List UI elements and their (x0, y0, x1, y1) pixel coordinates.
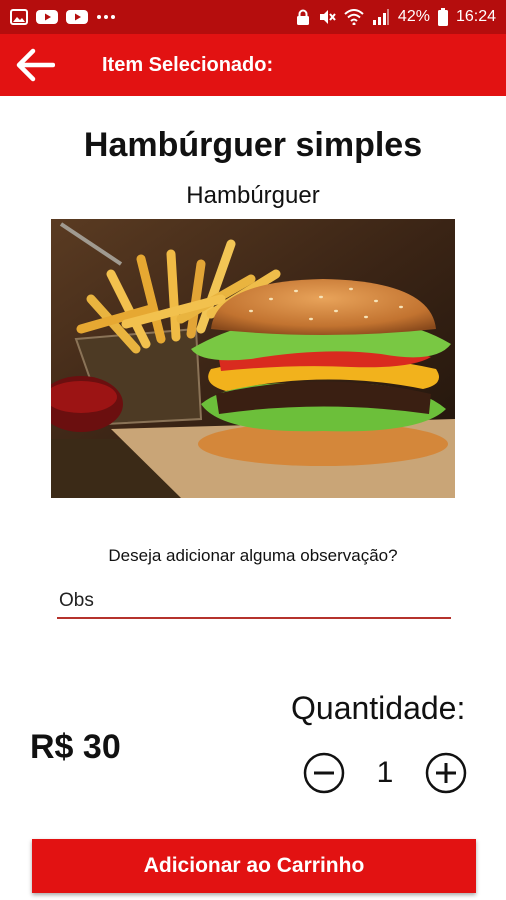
status-bar: 42% 16:24 (0, 0, 506, 34)
increase-quantity-button[interactable] (424, 751, 468, 795)
battery-icon (437, 8, 448, 26)
quantity-stepper: 1 (302, 750, 468, 796)
observation-question: Deseja adicionar alguma observação? (108, 546, 398, 565)
lock-icon (296, 9, 309, 25)
youtube-icon (36, 10, 58, 24)
back-button[interactable] (0, 34, 70, 96)
battery-percent: 42% (397, 8, 430, 25)
mute-icon (319, 10, 336, 24)
wifi-icon (344, 9, 364, 25)
add-to-cart-button[interactable]: Adicionar ao Carrinho (32, 839, 476, 893)
observation-input[interactable] (57, 585, 451, 619)
clock: 16:24 (455, 8, 496, 25)
quantity-value: 1 (376, 756, 394, 789)
item-price: R$ 30 (30, 728, 121, 766)
youtube-icon (66, 10, 88, 24)
arrow-back-icon (16, 48, 55, 82)
gallery-icon (10, 9, 28, 25)
signal-icon (372, 9, 389, 25)
app-bar: Item Selecionado: (0, 34, 506, 96)
plus-circle-icon (425, 752, 467, 794)
more-dots-icon (97, 15, 115, 19)
status-right-icons: 42% 16:24 (296, 8, 496, 26)
quantity-label: Quantidade: (291, 690, 466, 726)
status-left-icons (10, 9, 116, 25)
item-title: Hambúrguer simples (83, 126, 423, 164)
decrease-quantity-button[interactable] (302, 751, 346, 795)
app-bar-title: Item Selecionado: (102, 53, 274, 76)
item-category: Hambúrguer (186, 182, 320, 209)
minus-circle-icon (303, 752, 345, 794)
burger-and-fries-image (51, 219, 455, 498)
